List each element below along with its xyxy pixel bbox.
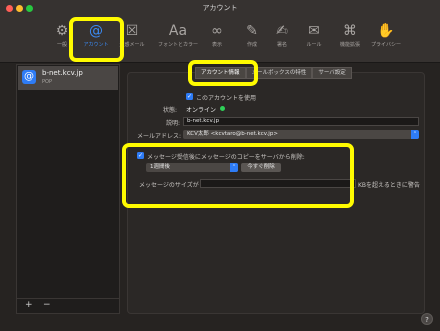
toolbar: アカウント ⚙ 一般 @ アカウント ☒ 迷惑メール Aa フォントとカラー ∞… [0, 0, 440, 63]
toolbar-extensions[interactable]: ⌘ 機能拡張 [330, 22, 370, 58]
glasses-icon: ∞ [211, 23, 223, 39]
window-title: アカウント [202, 4, 238, 12]
add-account-button[interactable]: + [25, 299, 33, 312]
online-status-icon [220, 106, 225, 111]
email-address-label: メールアドレス: [137, 133, 182, 140]
tab-server-settings[interactable]: サーバ設定 [312, 67, 352, 79]
toolbar-privacy[interactable]: ✋ プライバシー [366, 22, 406, 58]
toolbar-rules[interactable]: ✉ ルール [294, 22, 334, 58]
status-value: オンライン [186, 107, 217, 114]
account-row[interactable]: @ b-net.kcv.jp POP [18, 66, 118, 90]
chevron-down-icon: ⌃ [411, 130, 419, 139]
toolbar-viewing[interactable]: ∞ 表示 [197, 22, 237, 58]
account-list: @ b-net.kcv.jp POP + − [16, 64, 120, 314]
highlight-account-info-tab [188, 60, 258, 86]
message-size-suffix: KBを超えるときに警告 [358, 182, 420, 189]
remove-account-button[interactable]: − [43, 299, 51, 312]
preferences-window: アカウント ⚙ 一般 @ アカウント ☒ 迷惑メール Aa フォントとカラー ∞… [0, 0, 440, 331]
description-label: 説明: [166, 120, 181, 127]
account-type: POP [42, 79, 52, 85]
help-button[interactable]: ? [421, 313, 433, 325]
highlight-accounts-tab [69, 17, 124, 62]
hand-icon: ✋ [377, 23, 395, 39]
email-address-value: KCV太郎 <kcvtaro@b-net.kcv.jp> [187, 131, 278, 137]
account-name: b-net.kcv.jp [42, 69, 83, 77]
description-field[interactable]: b-net.kcv.jp [183, 117, 419, 126]
toolbar-fonts-colors[interactable]: Aa フォントとカラー [158, 22, 198, 58]
account-list-footer: + − [17, 298, 119, 313]
enable-account-checkbox[interactable]: ✓ [186, 93, 193, 100]
font-icon: Aa [168, 23, 188, 39]
at-icon: @ [22, 70, 36, 84]
email-address-select[interactable]: KCV太郎 <kcvtaro@b-net.kcv.jp> ⌃ [183, 130, 419, 139]
puzzle-icon: ⌘ [343, 23, 357, 39]
status-label: 状態: [163, 107, 178, 114]
rules-icon: ✉ [308, 23, 320, 39]
enable-account-label: このアカウントを使用 [196, 95, 257, 102]
toolbar-privacy-label: プライバシー [371, 42, 401, 48]
highlight-remove-copy-section [122, 143, 354, 208]
